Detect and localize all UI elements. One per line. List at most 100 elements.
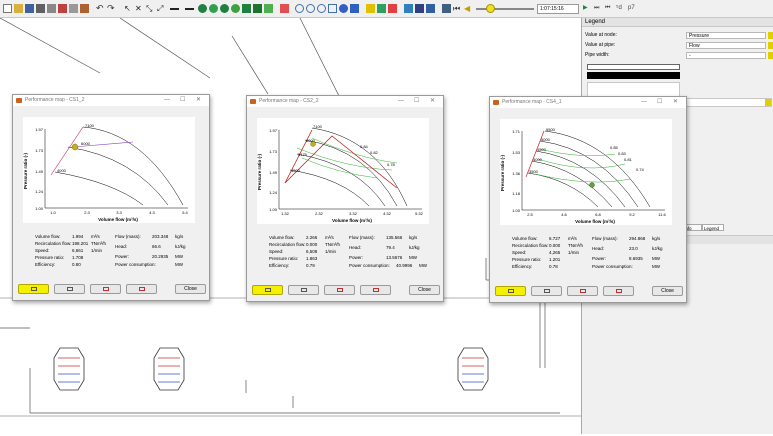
lightning-icon[interactable]	[366, 4, 375, 13]
zoom-fit-icon[interactable]	[317, 4, 326, 13]
close-button[interactable]: Close	[652, 286, 683, 296]
redo-icon[interactable]: ↷	[107, 4, 116, 13]
compressor-icon[interactable]	[209, 4, 218, 13]
maximize-icon[interactable]: ☐	[414, 96, 419, 107]
run-icon[interactable]	[404, 4, 413, 13]
flag-icon[interactable]	[388, 4, 397, 13]
undo-icon[interactable]: ↶	[96, 4, 105, 13]
xtick-label: 4.32	[383, 211, 392, 216]
settings-button[interactable]	[567, 286, 598, 296]
chart-icon[interactable]	[426, 4, 435, 13]
settings-icon	[337, 288, 343, 292]
perf-map-window-cs4-1[interactable]: Performance map - CS4_1 — ☐ ✕ Pressure r…	[489, 96, 687, 303]
node-icon[interactable]	[264, 4, 273, 13]
stat-unit: MW	[419, 263, 427, 268]
maximize-icon[interactable]: ☐	[657, 97, 662, 108]
speed-label: 6000	[306, 138, 316, 143]
regulator-icon[interactable]	[220, 4, 229, 13]
stat-label: Power consumption:	[592, 264, 633, 269]
delete-icon[interactable]: ✕	[135, 4, 144, 13]
close-icon[interactable]: ✕	[430, 96, 435, 107]
zoom-out-icon[interactable]	[306, 4, 315, 13]
skip-forward-icon[interactable]: ⏭	[594, 4, 599, 13]
perf-map-window-cs1-2[interactable]: Performance map - CS1_2 — ☐ ✕ Pressure r…	[12, 94, 210, 301]
speed-label: 7100	[85, 123, 95, 128]
preview-icon[interactable]	[47, 4, 56, 13]
reset-button[interactable]	[360, 285, 391, 295]
open-folder-icon[interactable]	[14, 4, 23, 13]
stat-unit: TNm³/h	[91, 241, 106, 246]
ytick-label: 1.00	[35, 206, 44, 211]
alarm-icon[interactable]	[280, 4, 289, 13]
minimize-icon[interactable]: —	[164, 95, 170, 106]
settings-button[interactable]	[90, 284, 121, 294]
tools-icon[interactable]	[69, 4, 78, 13]
xtick-label: 1.32	[281, 211, 290, 216]
time-slider-track[interactable]	[476, 8, 534, 10]
pipe-tool-icon[interactable]	[170, 8, 179, 10]
reset-button[interactable]	[126, 284, 157, 294]
minimize-icon[interactable]: —	[398, 96, 404, 107]
ytick-label: 1.73	[35, 148, 44, 153]
time-field[interactable]: 1:07:15:16	[537, 4, 579, 14]
maximize-icon[interactable]: ☐	[180, 95, 185, 106]
save-icon[interactable]	[25, 4, 34, 13]
valve-icon[interactable]	[198, 4, 207, 13]
ytick-label: 1.71	[512, 129, 521, 134]
storage-icon[interactable]	[253, 4, 262, 13]
stats-block: Volume flow: 1.994 m³/s Recirculation fl…	[35, 234, 205, 274]
source-icon[interactable]	[231, 4, 240, 13]
pipe-value-select[interactable]: Flow	[686, 42, 766, 49]
new-file-icon[interactable]	[3, 4, 12, 13]
prop-label: Value at node:	[585, 32, 617, 38]
book-icon[interactable]	[80, 4, 89, 13]
operating-point	[589, 182, 595, 188]
table-icon[interactable]	[442, 4, 451, 13]
legend-row-button[interactable]	[765, 99, 771, 106]
skip-back-icon[interactable]: ⏮	[453, 4, 462, 13]
stat-unit: TNm³/h	[325, 242, 340, 247]
stop-icon[interactable]	[58, 4, 67, 13]
minimize-icon[interactable]: —	[641, 97, 647, 108]
line-tool-icon[interactable]: ⤡	[146, 4, 155, 13]
close-button[interactable]: Close	[409, 285, 440, 295]
show-map-button[interactable]	[18, 284, 49, 294]
connect-icon[interactable]: ⤢	[157, 4, 166, 13]
reset-button[interactable]	[603, 286, 634, 296]
pipe-width-button[interactable]	[768, 52, 773, 59]
close-icon[interactable]: ✕	[673, 97, 678, 108]
info-icon[interactable]	[339, 4, 348, 13]
close-button[interactable]: Close	[175, 284, 206, 294]
time-slider-thumb[interactable]	[486, 4, 495, 13]
perf-map-window-cs2-2[interactable]: Performance map - CS2_2 — ☐ ✕ Pressure r…	[246, 95, 444, 302]
skip-end-icon[interactable]: ⏮	[605, 4, 610, 13]
rewind-icon[interactable]: ◀	[464, 4, 473, 13]
wire-tool-icon[interactable]	[185, 8, 194, 10]
sink-icon[interactable]	[242, 4, 251, 13]
export-button[interactable]	[288, 285, 319, 295]
network-icon[interactable]	[377, 4, 386, 13]
close-icon[interactable]: ✕	[196, 95, 201, 106]
zoom-window-icon[interactable]	[328, 4, 337, 13]
pointer-icon[interactable]: ↖	[124, 4, 133, 13]
show-map-button[interactable]	[495, 286, 526, 296]
pipe-line	[231, 35, 269, 95]
zoom-in-icon[interactable]	[295, 4, 304, 13]
day-step-icon[interactable]: ⁵d	[616, 4, 622, 13]
tab-legend[interactable]: Legend	[702, 224, 724, 231]
play-icon[interactable]: ▶	[583, 4, 588, 13]
export-button[interactable]	[531, 286, 562, 296]
grid-icon[interactable]	[350, 4, 359, 13]
pipe-value-button[interactable]	[768, 42, 773, 49]
export-button[interactable]	[54, 284, 85, 294]
settings-button[interactable]	[324, 285, 355, 295]
speed-label[interactable]: p7	[628, 4, 635, 13]
node-value-button[interactable]	[768, 32, 773, 39]
stat-label: Efficiency:	[269, 263, 290, 268]
step-icon[interactable]	[415, 4, 424, 13]
stat-unit: m³/s	[325, 235, 334, 240]
print-icon[interactable]	[36, 4, 45, 13]
node-value-select[interactable]: Pressure	[686, 32, 766, 39]
pipe-width-select[interactable]: -	[686, 52, 766, 59]
show-map-button[interactable]	[252, 285, 283, 295]
